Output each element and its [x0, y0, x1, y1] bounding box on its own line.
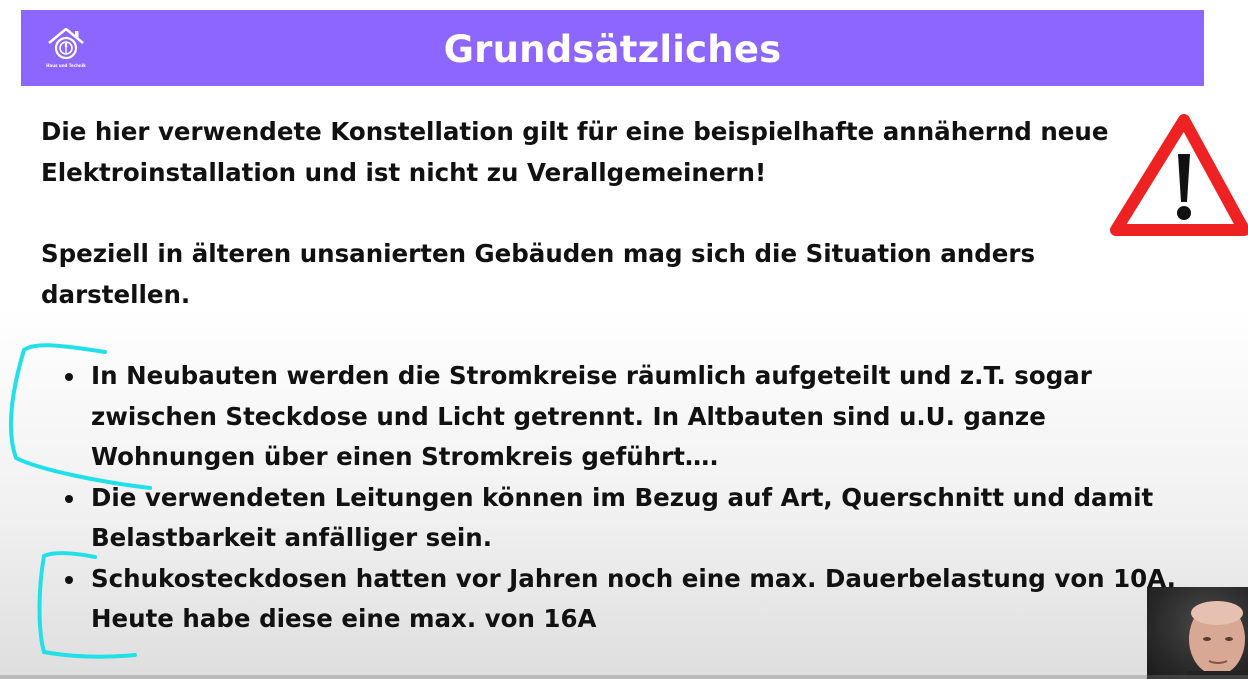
list-item: In Neubauten werden die Stromkreise räum…	[60, 356, 1180, 478]
webcam-overlay	[1147, 587, 1248, 679]
slide-header: Haus und Technik Grundsätzliches	[21, 10, 1204, 86]
bullet-list: In Neubauten werden die Stromkreise räum…	[60, 356, 1180, 640]
warning-triangle-icon	[1106, 112, 1248, 242]
video-progress-bar[interactable]	[0, 675, 1248, 679]
note-paragraph: Speziell in älteren unsanierten Gebäuden…	[41, 239, 1036, 309]
intro-paragraph: Die hier verwendete Konstellation gilt f…	[41, 117, 1109, 187]
list-item: Schukosteckdosen hatten vor Jahren noch …	[60, 559, 1180, 640]
list-item: Die verwendeten Leitungen können im Bezu…	[60, 478, 1180, 559]
slide-title: Grundsätzliches	[443, 28, 782, 71]
